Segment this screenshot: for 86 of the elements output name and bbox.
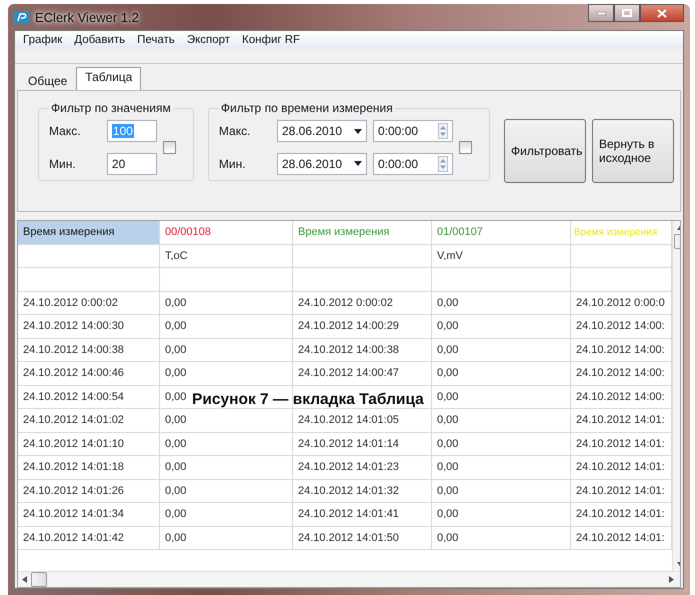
- checkbox[interactable]: [459, 141, 472, 154]
- close-icon: [657, 8, 667, 18]
- table-cell: 24.10.2012 14:01:18: [18, 456, 160, 480]
- table-cell: 0,00: [160, 409, 293, 432]
- table-cell: 0,00: [160, 338, 293, 362]
- table-cell: 0,00: [432, 315, 571, 338]
- table-cell: 0,00: [432, 292, 571, 315]
- group-title: Фильтр по времени измерения: [220, 101, 394, 115]
- minimize-icon: [596, 12, 606, 14]
- table-cell: 24.10.2012 14:01:02: [18, 409, 160, 432]
- spinner-arrows-icon[interactable]: [438, 156, 448, 172]
- table-cell: 24.10.2012 14:00:54: [18, 386, 160, 409]
- table-cell: 24.10.2012 14:01:10: [18, 432, 160, 456]
- window-title: EClerk Viewer 1.2: [35, 10, 139, 24]
- table-cell: 0,00: [432, 503, 571, 526]
- table-cell: 24.10.2012 14:00:38: [293, 338, 432, 362]
- table-cell: 24.10.2012 14:00:46: [18, 362, 160, 386]
- minimize-button[interactable]: [588, 4, 614, 22]
- figure-caption: Рисунок 7 — вкладка Таблица: [192, 391, 424, 409]
- field-label: Макс.: [49, 124, 82, 138]
- table-cell: 24.10.2012 14:01:34: [18, 503, 160, 526]
- unit-cell: T,oC: [160, 244, 293, 268]
- field-label: Мин.: [49, 156, 77, 171]
- min-value-field[interactable]: 20: [106, 152, 157, 175]
- table-cell: 0,00: [160, 362, 293, 386]
- table-cell: 0,00: [432, 456, 571, 480]
- table-cell: 0,00: [432, 526, 571, 550]
- dropdown-arrow-icon[interactable]: [354, 161, 362, 166]
- table-cell: 24.10.2012 14:00:29: [293, 315, 432, 338]
- table-cell: 24.10.2012 14:01:23: [293, 456, 432, 480]
- dropdown-arrow-icon[interactable]: [354, 128, 362, 134]
- table-cell: 0,00: [432, 338, 571, 362]
- menu-item[interactable]: График: [17, 34, 68, 46]
- maximize-icon: [622, 9, 632, 17]
- menu-item[interactable]: Добавить: [68, 34, 132, 46]
- app-icon: [14, 10, 29, 24]
- table-cell: 24.10.2012 14:01:42: [18, 526, 160, 550]
- maximize-button[interactable]: [614, 4, 640, 22]
- spinner-arrows-icon[interactable]: [438, 123, 448, 140]
- table-cell: 0,00: [160, 315, 293, 338]
- table-cell: 0,00: [160, 456, 293, 480]
- table-cell: 24.10.2012 14:01:14: [293, 432, 432, 456]
- menu-item[interactable]: Конфиг RF: [236, 34, 306, 46]
- table-cell: 24.10.2012 0:00:02: [18, 292, 160, 315]
- scroll-thumb[interactable]: [31, 572, 47, 587]
- field-label: Мин.: [218, 156, 247, 171]
- date-picker[interactable]: 28.06.2010: [277, 120, 367, 142]
- scroll-left-icon[interactable]: [22, 576, 27, 583]
- column-header[interactable]: Время измерения: [18, 221, 160, 244]
- date-picker[interactable]: 28.06.2010: [277, 152, 367, 175]
- field-label: Макс.: [218, 124, 252, 138]
- table-cell: 24.10.2012 14:01:05: [293, 409, 432, 432]
- table-cell: 0,00: [160, 526, 293, 550]
- unit-cell: V,mV: [432, 244, 571, 268]
- menu-item[interactable]: Экспорт: [180, 34, 236, 46]
- table-cell: 24.10.2012 14:01:26: [18, 480, 160, 503]
- column-header[interactable]: 00/00108: [160, 221, 293, 244]
- column-header[interactable]: 01/00107: [432, 221, 571, 244]
- scroll-right-icon[interactable]: [669, 576, 674, 583]
- checkbox[interactable]: [162, 141, 176, 154]
- table-cell: 0,00: [160, 432, 293, 456]
- table-cell: 24.10.2012 14:00:38: [18, 338, 160, 362]
- table-cell: 24.10.2012 14:00:47: [293, 362, 432, 386]
- table-cell: 0,00: [432, 480, 571, 503]
- table-cell: 0,00: [432, 432, 571, 456]
- table-cell: 0,00: [432, 409, 571, 432]
- filter-button[interactable]: Фильтровать: [504, 119, 586, 183]
- column-header[interactable]: Время измерения: [293, 221, 432, 244]
- reset-button[interactable]: Вернуть в исходное: [592, 119, 674, 183]
- time-field[interactable]: 0:00:00: [373, 152, 453, 175]
- tab[interactable]: Таблица: [76, 67, 142, 90]
- time-field[interactable]: 0:00:00: [373, 120, 453, 142]
- close-button[interactable]: [640, 4, 684, 22]
- table-cell: 0,00: [160, 503, 293, 526]
- menu-item[interactable]: Печать: [131, 34, 181, 46]
- table-cell: 24.10.2012 14:01:32: [293, 480, 432, 503]
- table-cell: 0,00: [432, 362, 571, 386]
- group-title: Фильтр по значениям: [50, 101, 172, 115]
- table-cell: 24.10.2012 14:01:41: [293, 503, 432, 526]
- table-cell: 0,00: [432, 386, 571, 409]
- table-cell: 0,00: [160, 292, 293, 315]
- table-cell: 24.10.2012 0:00:02: [293, 292, 432, 315]
- tab[interactable]: Общее: [19, 71, 76, 90]
- table-cell: 24.10.2012 14:00:30: [18, 315, 160, 338]
- table-cell: 24.10.2012 14:01:50: [293, 526, 432, 550]
- table-cell: 0,00: [160, 480, 293, 503]
